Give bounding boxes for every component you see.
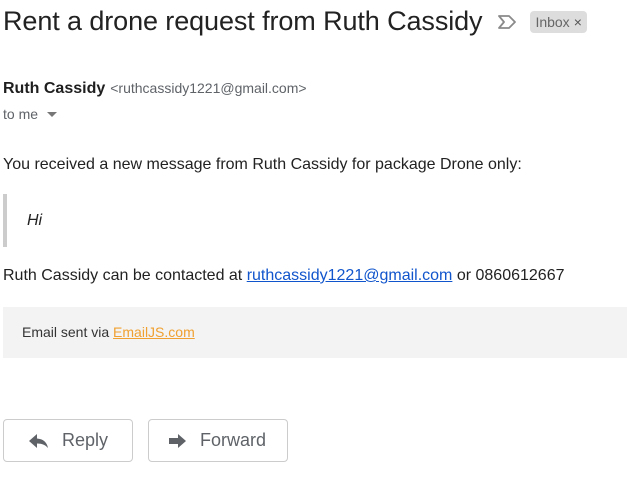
contact-prefix: Ruth Cassidy can be contacted at: [3, 267, 247, 284]
emailjs-link[interactable]: EmailJS.com: [113, 324, 195, 340]
contact-middle: or: [452, 267, 476, 284]
remove-label-icon[interactable]: ×: [574, 14, 582, 30]
message-intro: You received a new message from Ruth Cas…: [3, 156, 522, 173]
reply-label: Reply: [62, 430, 109, 450]
quoted-message-block: Hi: [3, 194, 307, 247]
footer-text: Email sent via EmailJS.com: [22, 324, 195, 340]
reply-arrow-icon: [28, 432, 50, 450]
footer-prefix: Email sent via: [22, 324, 114, 340]
inbox-label-chip[interactable]: Inbox ×: [530, 10, 587, 33]
forward-label: Forward: [200, 430, 267, 450]
forward-arrow-icon: [166, 432, 188, 450]
sender-email: <ruthcassidy1221@gmail.com>: [110, 80, 307, 96]
inbox-label-text: Inbox: [535, 13, 570, 30]
contact-phone: 0860612667: [475, 267, 565, 284]
sender-row: Ruth Cassidy <ruthcassidy1221@gmail.com>: [3, 80, 307, 98]
footer-box: Email sent via EmailJS.com: [3, 307, 627, 358]
recipient-row: to me: [3, 106, 58, 122]
caret-down-icon[interactable]: [47, 111, 58, 117]
label-arrow-icon[interactable]: [496, 13, 518, 31]
sender-name: Ruth Cassidy: [3, 80, 106, 97]
reply-button[interactable]: Reply: [3, 419, 133, 462]
forward-button[interactable]: Forward: [148, 419, 288, 462]
contact-line: Ruth Cassidy can be contacted at ruthcas…: [3, 267, 564, 285]
subject-row: Rent a drone request from Ruth Cassidy I…: [3, 6, 587, 37]
contact-email-link[interactable]: ruthcassidy1221@gmail.com: [247, 267, 453, 284]
quoted-message: Hi: [27, 212, 43, 229]
email-subject: Rent a drone request from Ruth Cassidy: [3, 6, 483, 36]
recipient-label: to me: [3, 106, 39, 122]
